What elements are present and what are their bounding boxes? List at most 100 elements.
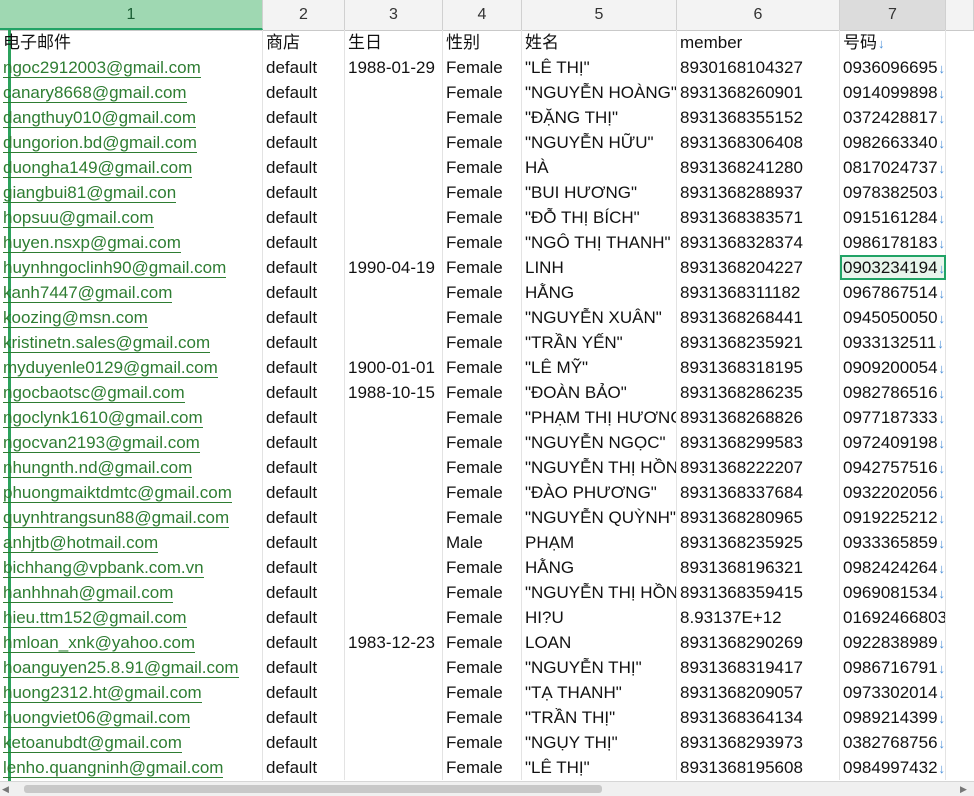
cell-birthday[interactable] [345,555,443,580]
cell-phone[interactable]: 0933365859↓ [840,530,946,555]
cell-phone[interactable]: 0914099898↓ [840,80,946,105]
email-link[interactable]: ketoanubdt@gmail.com [3,733,182,753]
email-link[interactable]: dangthuy010@gmail.com [3,108,197,128]
email-link[interactable]: huyen.nsxp@gmai.com [3,233,181,253]
cell-email[interactable]: huynhngoclinh90@gmail.com [0,255,263,280]
cell-store[interactable]: default [263,630,345,655]
cell-store[interactable]: default [263,605,345,630]
cell-gender[interactable]: Female [443,705,522,730]
cell-member[interactable]: 8931368383571 [677,205,840,230]
cell-phone[interactable]: 0972409198↓ [840,430,946,455]
dropdown-arrow-icon[interactable]: ↓ [939,136,945,151]
cell-gender[interactable]: Female [443,280,522,305]
cell-birthday[interactable] [345,80,443,105]
cell-birthday[interactable] [345,730,443,755]
email-link[interactable]: huynhngoclinh90@gmail.com [3,258,227,278]
cell-member[interactable]: 8931368196321 [677,555,840,580]
dropdown-arrow-icon[interactable]: ↓ [939,61,945,76]
cell-name[interactable]: "NGUYỄN HOÀNG" [522,80,677,105]
email-link[interactable]: hieu.ttm152@gmail.com [3,608,187,628]
email-link[interactable]: ngocbaotsc@gmail.com [3,383,185,403]
cell-gender[interactable]: Female [443,255,522,280]
email-link[interactable]: hmloan_xnk@yahoo.com [3,633,196,653]
cell-phone[interactable]: 0932202056↓ [840,480,946,505]
cell-email[interactable]: nhungnth.nd@gmail.com [0,455,263,480]
dropdown-arrow-icon[interactable]: ↓ [939,511,945,526]
cell-name[interactable]: "TRẦN YẾN" [522,330,677,355]
dropdown-arrow-icon[interactable]: ↓ [939,586,945,601]
cell-store[interactable]: default [263,355,345,380]
cell-birthday[interactable]: 1988-01-29 [345,55,443,80]
cell-birthday[interactable] [345,105,443,130]
dropdown-arrow-icon[interactable]: ↓ [939,661,945,676]
cell-member[interactable]: 8931368311182 [677,280,840,305]
cell-email[interactable]: kanh7447@gmail.com [0,280,263,305]
cell-name[interactable]: "NGUYỄN NGỌC" [522,430,677,455]
cell-name[interactable]: PHẠM [522,530,677,555]
cell-gender[interactable]: Female [443,405,522,430]
dropdown-arrow-icon[interactable]: ↓ [939,311,945,326]
dropdown-arrow-icon[interactable]: ↓ [939,686,945,701]
cell-phone[interactable]: 0382768756↓ [840,730,946,755]
cell-member[interactable]: 8931368204227 [677,255,840,280]
cell-gender[interactable]: Female [443,305,522,330]
cell-member[interactable]: 8931368241280 [677,155,840,180]
column-header-7[interactable]: 7 [840,0,946,30]
cell-gender[interactable]: Female [443,355,522,380]
cell-phone[interactable]: 0978382503↓ [840,180,946,205]
cell-gender[interactable]: Female [443,655,522,680]
cell-email[interactable]: ngocbaotsc@gmail.com [0,380,263,405]
cell-name[interactable]: "LÊ THỊ" [522,755,677,780]
dropdown-arrow-icon[interactable]: ↓ [939,486,945,501]
cell-email[interactable]: lenho.quangninh@gmail.com [0,755,263,780]
cell-birthday[interactable] [345,680,443,705]
cell-phone[interactable]: 0919225212↓ [840,505,946,530]
dropdown-arrow-icon[interactable]: ↓ [939,636,945,651]
scrollbar-thumb[interactable] [24,785,602,793]
cell-phone[interactable]: 0982424264↓ [840,555,946,580]
cell-store[interactable]: default [263,380,345,405]
email-link[interactable]: hopsuu@gmail.com [3,208,154,228]
cell-email[interactable]: ketoanubdt@gmail.com [0,730,263,755]
cell-name[interactable]: "ĐOÀN BẢO" [522,380,677,405]
cell-birthday[interactable] [345,480,443,505]
email-link[interactable]: koozing@msn.com [3,308,148,328]
cell-store[interactable]: default [263,580,345,605]
column-header-1[interactable]: 1 [0,0,263,30]
dropdown-arrow-icon[interactable]: ↓ [939,461,945,476]
header-cell-email[interactable]: 电子邮件 [0,30,263,55]
dropdown-arrow-icon[interactable]: ↓ [939,736,945,751]
dropdown-arrow-icon[interactable]: ↓ [939,236,945,251]
cell-phone[interactable]: 0989214399↓ [840,705,946,730]
scroll-right-icon[interactable]: ▶ [960,784,970,794]
cell-member[interactable]: 8931368293973 [677,730,840,755]
dropdown-arrow-icon[interactable]: ↓ [939,211,945,226]
email-link[interactable]: giangbui81@gmail.con [3,183,177,203]
dropdown-arrow-icon[interactable]: ↓ [939,261,945,276]
cell-member[interactable]: 8931368288937 [677,180,840,205]
cell-store[interactable]: default [263,55,345,80]
email-link[interactable]: hoanguyen25.8.91@gmail.com [3,658,239,678]
cell-birthday[interactable] [345,505,443,530]
cell-birthday[interactable] [345,130,443,155]
cell-birthday[interactable]: 1900-01-01 [345,355,443,380]
cell-email[interactable]: huong2312.ht@gmail.com [0,680,263,705]
column-header-3[interactable]: 3 [345,0,443,30]
cell-store[interactable]: default [263,80,345,105]
cell-phone[interactable]: 0982663340↓ [840,130,946,155]
cell-member[interactable]: 8931368299583 [677,430,840,455]
header-cell-store[interactable]: 商店 [263,30,345,55]
cell-email[interactable]: ngocvan2193@gmail.com [0,430,263,455]
cell-phone[interactable]: 0942757516↓ [840,455,946,480]
dropdown-arrow-icon[interactable]: ↓ [939,111,945,126]
cell-member[interactable]: 8931368235925 [677,530,840,555]
cell-member[interactable]: 8931368195608 [677,755,840,780]
header-cell-birthday[interactable]: 生日 [345,30,443,55]
cell-member[interactable]: 8931368235921 [677,330,840,355]
cell-email[interactable]: hoanguyen25.8.91@gmail.com [0,655,263,680]
cell-gender[interactable]: Female [443,480,522,505]
cell-store[interactable]: default [263,705,345,730]
cell-member[interactable]: 8931368318195 [677,355,840,380]
cell-name[interactable]: "BUI HƯƠNG" [522,180,677,205]
cell-email[interactable]: bichhang@vpbank.com.vn [0,555,263,580]
